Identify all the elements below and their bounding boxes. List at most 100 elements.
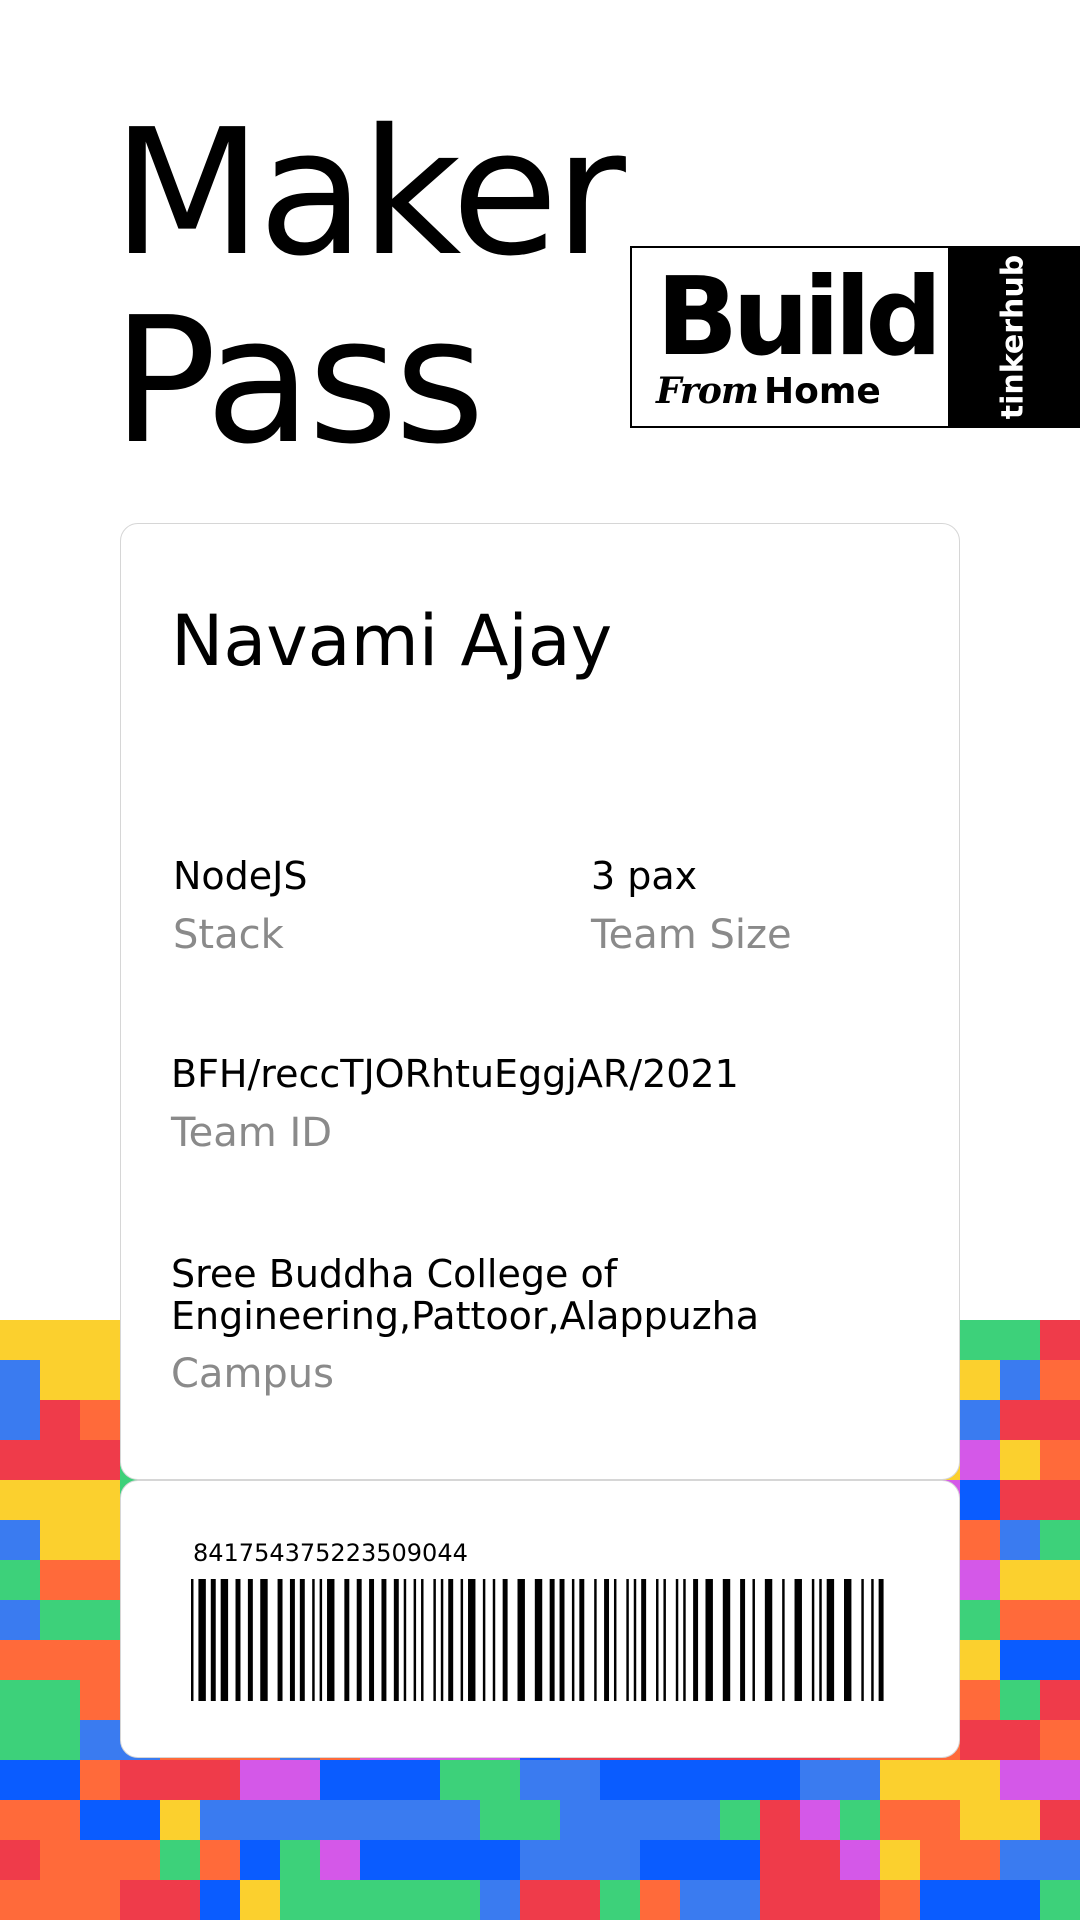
mosaic-tile xyxy=(640,1880,680,1920)
mosaic-tile xyxy=(400,1840,440,1880)
mosaic-tile xyxy=(960,1880,1000,1920)
stack-label: Stack xyxy=(173,912,284,958)
mosaic-tile xyxy=(440,1760,480,1800)
barcode-bar xyxy=(613,1579,617,1701)
mosaic-tile xyxy=(720,1880,760,1920)
build-from-home-logo: Build From Home tinkerhub xyxy=(630,246,1080,428)
mosaic-tile xyxy=(960,1800,1000,1840)
mosaic-tile xyxy=(600,1840,640,1880)
barcode-bar xyxy=(460,1579,464,1701)
team-size-field: 3 pax Team Size xyxy=(591,854,792,960)
mosaic-tile xyxy=(520,1800,560,1840)
mosaic-tile xyxy=(160,1760,200,1800)
attendee-name: Navami Ajay xyxy=(171,600,613,682)
mosaic-tile xyxy=(640,1760,680,1800)
mosaic-tile xyxy=(1040,1480,1080,1520)
mosaic-tile xyxy=(80,1360,120,1400)
team-size-value: 3 pax xyxy=(591,854,698,898)
barcode-bar xyxy=(641,1579,647,1701)
mosaic-tile xyxy=(1040,1760,1080,1800)
mosaic-tile xyxy=(400,1760,440,1800)
mosaic-tile xyxy=(200,1840,240,1880)
mosaic-tile xyxy=(680,1760,720,1800)
barcode-bar xyxy=(413,1579,417,1701)
mosaic-tile xyxy=(960,1400,1000,1440)
mosaic-tile xyxy=(0,1360,40,1400)
mosaic-tile xyxy=(80,1600,120,1640)
mosaic-tile xyxy=(1000,1400,1040,1440)
mosaic-tile xyxy=(520,1880,560,1920)
mosaic-tile xyxy=(40,1440,80,1480)
mosaic-tile xyxy=(0,1520,40,1560)
mosaic-tile xyxy=(240,1880,280,1920)
mosaic-tile xyxy=(960,1440,1000,1480)
mosaic-tile xyxy=(680,1840,720,1880)
barcode-bar xyxy=(440,1579,444,1701)
barcode-bar xyxy=(327,1579,335,1701)
mosaic-tile xyxy=(40,1520,80,1560)
mosaic-tile xyxy=(960,1600,1000,1640)
tinkerhub-brand-text: tinkerhub xyxy=(995,254,1031,420)
barcode-bar xyxy=(502,1579,508,1701)
mosaic-tile xyxy=(1040,1600,1080,1640)
mosaic-tile xyxy=(440,1800,480,1840)
mosaic-tile xyxy=(1000,1600,1040,1640)
page-title: Maker Pass xyxy=(112,92,626,476)
mosaic-tile xyxy=(800,1760,840,1800)
mosaic-tile xyxy=(0,1840,40,1880)
mosaic-tile xyxy=(480,1760,520,1800)
stack-value: NodeJS xyxy=(173,854,308,898)
mosaic-tile xyxy=(0,1480,40,1520)
barcode-bar xyxy=(369,1579,375,1701)
mosaic-tile xyxy=(760,1840,800,1880)
mosaic-tile xyxy=(960,1680,1000,1720)
mosaic-tile xyxy=(800,1840,840,1880)
mosaic-tile xyxy=(680,1800,720,1840)
mosaic-tile xyxy=(960,1480,1000,1520)
mosaic-tile xyxy=(1000,1560,1040,1600)
title-line-1: Maker xyxy=(112,92,626,295)
mosaic-tile xyxy=(80,1560,120,1600)
mosaic-tile xyxy=(600,1760,640,1800)
mosaic-tile xyxy=(880,1840,920,1880)
mosaic-tile xyxy=(280,1760,320,1800)
mosaic-tile xyxy=(400,1800,440,1840)
barcode-number: 841754375223509044 xyxy=(193,1539,468,1567)
mosaic-tile xyxy=(1000,1680,1040,1720)
barcode-bar xyxy=(260,1579,268,1701)
logo-home-text: Home xyxy=(764,371,881,412)
mosaic-tile xyxy=(960,1760,1000,1800)
mosaic-tile xyxy=(280,1840,320,1880)
mosaic-tile xyxy=(120,1760,160,1800)
barcode-bar xyxy=(381,1579,387,1701)
mosaic-tile xyxy=(920,1760,960,1800)
mosaic-tile xyxy=(720,1840,760,1880)
logo-from-text: From xyxy=(656,370,759,412)
team-id-value: BFH/reccTJORhtuEggjAR/2021 xyxy=(171,1052,739,1096)
mosaic-tile xyxy=(0,1560,40,1600)
mosaic-tile xyxy=(1040,1720,1080,1760)
mosaic-tile xyxy=(360,1840,400,1880)
mosaic-tile xyxy=(40,1840,80,1880)
mosaic-tile xyxy=(80,1760,120,1800)
barcode-bar xyxy=(220,1579,229,1701)
mosaic-tile xyxy=(960,1360,1000,1400)
barcode-bar xyxy=(604,1579,610,1701)
mosaic-tile xyxy=(80,1840,120,1880)
mosaic-tile xyxy=(0,1440,40,1480)
barcode-bar xyxy=(878,1579,884,1701)
mosaic-tile xyxy=(480,1800,520,1840)
mosaic-tile xyxy=(320,1840,360,1880)
mosaic-tile xyxy=(880,1800,920,1840)
mosaic-tile xyxy=(240,1840,280,1880)
mosaic-tile xyxy=(960,1560,1000,1600)
mosaic-tile xyxy=(200,1880,240,1920)
mosaic-tile xyxy=(1040,1680,1080,1720)
barcode-bar xyxy=(433,1579,436,1701)
mosaic-tile xyxy=(0,1600,40,1640)
barcode-bar xyxy=(517,1579,525,1701)
mosaic-tile xyxy=(40,1800,80,1840)
mosaic-tile xyxy=(0,1880,40,1920)
barcode-bar xyxy=(861,1579,864,1701)
mosaic-tile xyxy=(440,1840,480,1880)
